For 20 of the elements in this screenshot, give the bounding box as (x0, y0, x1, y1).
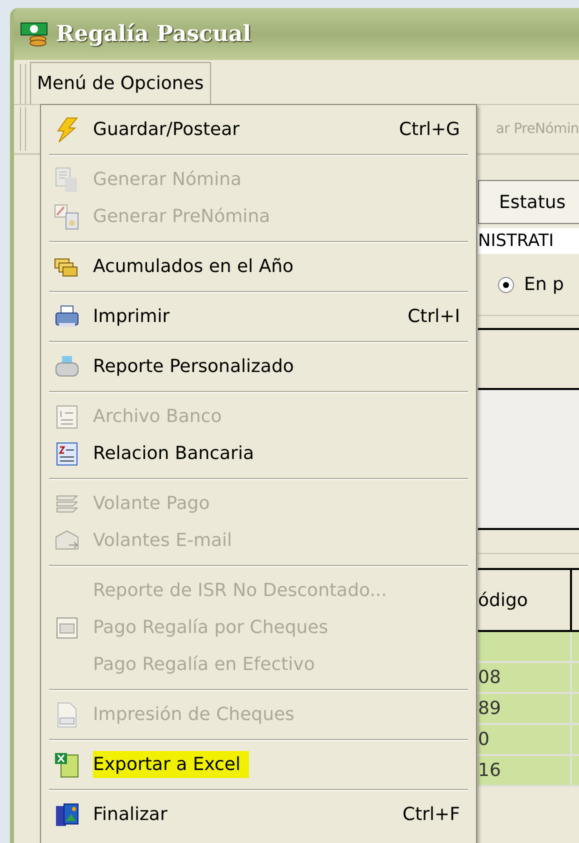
menu-item[interactable]: Exportar a Excel (41, 746, 476, 783)
menu-title[interactable]: Menú de Opciones (30, 62, 211, 104)
money-icon (20, 21, 50, 47)
status-button[interactable]: Estatus (478, 180, 579, 224)
shortcut-label: Ctrl+F (402, 803, 460, 827)
menu-item[interactable]: Acumulados en el Año (41, 248, 476, 285)
window-title: Regalía Pascual (56, 20, 252, 48)
shortcut-label: Ctrl+I (408, 305, 460, 329)
menu-item[interactable]: Reporte Personalizado (41, 348, 476, 385)
document-icon (53, 202, 81, 230)
shortcut-label: Ctrl+G (398, 118, 460, 142)
exit-icon (53, 800, 81, 828)
menu-item[interactable]: Relacion Bancaria (41, 435, 476, 472)
menu-item[interactable]: Imprimir Ctrl+I (41, 298, 476, 335)
spreadsheet-icon (53, 750, 81, 778)
radio-button[interactable] (498, 276, 514, 292)
menu-item[interactable]: Finalizar Ctrl+F (41, 796, 476, 833)
menu-item[interactable]: Guardar/Postear Ctrl+G (41, 111, 476, 148)
radio-label: En p (524, 273, 564, 297)
text-field[interactable]: NISTRATI (478, 228, 579, 254)
